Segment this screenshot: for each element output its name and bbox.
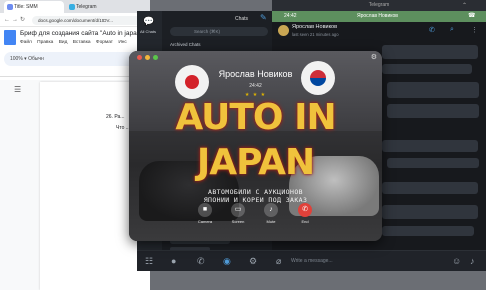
attach-icon[interactable]: ⌀ bbox=[276, 255, 281, 267]
message-bubble[interactable] bbox=[387, 158, 479, 168]
window-title: Telegram bbox=[272, 0, 486, 11]
browser-toolbar: ← → ↻ docs.google.com/document/d/1tDV... bbox=[0, 13, 150, 27]
search-input[interactable]: Search (⌘K) bbox=[170, 27, 268, 36]
menu-tools[interactable]: Инс bbox=[118, 40, 127, 45]
message-bubble[interactable] bbox=[382, 140, 478, 152]
menu-view[interactable]: Вид bbox=[59, 40, 68, 45]
menu-edit[interactable]: Правка bbox=[37, 40, 53, 45]
headline-line-1: AUTO IN bbox=[175, 97, 336, 138]
message-input[interactable]: Write a message... bbox=[291, 256, 333, 266]
chats-icon[interactable]: ◉ bbox=[223, 255, 231, 267]
call-bar-time: 24:42 bbox=[284, 13, 297, 19]
contact-name[interactable]: Ярослав Новиков bbox=[292, 24, 337, 30]
search-icon[interactable]: ⌕ bbox=[450, 26, 454, 34]
microphone-icon[interactable]: ♪ bbox=[470, 255, 475, 267]
menu-insert[interactable]: Вставка bbox=[73, 40, 91, 45]
compose-icon[interactable]: ✎ bbox=[260, 13, 267, 22]
message-bubble[interactable] bbox=[382, 205, 478, 219]
contacts-icon[interactable]: ● bbox=[171, 255, 176, 267]
zoom-select[interactable]: 100% ▾ Обычн bbox=[10, 56, 44, 62]
chats-title: Chats bbox=[235, 16, 249, 22]
message-bubble[interactable] bbox=[382, 182, 478, 194]
call-window[interactable]: ⚙ Ярослав Новиков 24:42 ★ ★ ★ AUTO IN JA… bbox=[129, 51, 382, 241]
message-bubble[interactable] bbox=[387, 104, 479, 118]
reload-icon[interactable]: ↻ bbox=[20, 16, 25, 24]
forward-arrow-icon[interactable]: → bbox=[12, 16, 18, 24]
more-icon[interactable]: ⋮ bbox=[471, 26, 478, 34]
hang-up-icon[interactable]: ☎ bbox=[468, 11, 475, 22]
message-bubble[interactable] bbox=[382, 45, 478, 59]
outline-icon[interactable]: ☰ bbox=[14, 85, 21, 94]
headline-line-2: JAPAN bbox=[196, 142, 315, 183]
minimize-icon[interactable] bbox=[145, 55, 150, 60]
google-docs-icon[interactable] bbox=[4, 30, 16, 45]
subtitle-line-2: ЯПОНИИ И КОРЕИ ПОД ЗАКАЗ bbox=[203, 196, 308, 204]
browser-window: Title: SMM Telegram ← → ↻ docs.google.co… bbox=[0, 0, 150, 290]
chat-bubble-icon[interactable]: 💬 bbox=[143, 16, 154, 27]
archived-chats[interactable]: Archived Chats bbox=[170, 42, 201, 47]
filter-icon[interactable]: ☷ bbox=[145, 255, 153, 267]
call-icon[interactable]: ✆ bbox=[429, 26, 435, 34]
docs-tab-icon bbox=[7, 4, 13, 10]
emoji-icon[interactable]: ☺ bbox=[452, 255, 461, 267]
ruler bbox=[0, 70, 150, 77]
close-icon[interactable] bbox=[137, 55, 142, 60]
calls-icon[interactable]: ✆ bbox=[197, 255, 205, 267]
browser-tab[interactable]: Telegram bbox=[66, 1, 126, 13]
folder-all-chats[interactable]: All Chats bbox=[140, 29, 156, 34]
gear-icon[interactable]: ⚙ bbox=[371, 53, 377, 61]
screen-share-icon: ▭ bbox=[231, 203, 245, 217]
camera-icon: ■ bbox=[198, 203, 212, 217]
message-bubble[interactable] bbox=[382, 226, 474, 236]
browser-tab-bar: Title: SMM Telegram bbox=[0, 0, 150, 13]
message-bubble[interactable] bbox=[382, 64, 472, 74]
message-bubble[interactable] bbox=[387, 82, 479, 98]
telegram-tab-icon bbox=[69, 4, 75, 10]
back-arrow-icon[interactable]: ← bbox=[4, 16, 10, 24]
call-duration: 24:42 bbox=[249, 83, 262, 89]
browser-tab-label: Telegram bbox=[76, 4, 97, 10]
end-call-button[interactable]: ✆ End bbox=[293, 203, 317, 224]
camera-label: Camera bbox=[197, 219, 213, 224]
document-line: 26. Ра... bbox=[106, 114, 125, 120]
camera-button[interactable]: ■ Camera bbox=[193, 203, 217, 224]
address-bar[interactable]: docs.google.com/document/d/1tDV... bbox=[32, 16, 150, 25]
microphone-icon: ♪ bbox=[264, 203, 278, 217]
screen-share-button[interactable]: ▭ Screen bbox=[226, 203, 250, 224]
contact-status: last seen 21 minutes ago bbox=[292, 32, 339, 37]
caller-name: Ярослав Новиков bbox=[218, 69, 293, 79]
window-control-icon[interactable]: ⌃ bbox=[462, 2, 467, 9]
screen-share-label: Screen bbox=[231, 219, 245, 224]
browser-tab-active[interactable]: Title: SMM bbox=[4, 1, 64, 13]
end-call-label: End bbox=[301, 219, 309, 224]
settings-icon[interactable]: ⚙ bbox=[249, 255, 257, 267]
mute-label: Mute bbox=[266, 219, 276, 224]
end-call-icon: ✆ bbox=[298, 203, 312, 217]
docs-menu-bar: Файл Правка Вид Вставка Формат Инс bbox=[20, 40, 131, 45]
menu-format[interactable]: Формат bbox=[96, 40, 113, 45]
maximize-icon[interactable] bbox=[153, 55, 158, 60]
avatar[interactable] bbox=[278, 25, 289, 36]
document-title[interactable]: Бриф для создания сайта "Auto in japan" bbox=[20, 30, 143, 37]
call-bar-name: Ярослав Новиков bbox=[357, 13, 398, 19]
subtitle-line-1: АВТОМОБИЛИ С АУКЦИОНОВ bbox=[208, 188, 303, 196]
active-call-bar[interactable]: 24:42 Ярослав Новиков ☎ bbox=[272, 11, 486, 22]
browser-tab-label: Title: SMM bbox=[14, 4, 38, 10]
menu-file[interactable]: Файл bbox=[20, 40, 32, 45]
document-line: Что ... bbox=[116, 125, 130, 131]
mute-button[interactable]: ♪ Mute bbox=[259, 203, 283, 224]
telegram-bottom-bar: ☷ ● ✆ ◉ ⚙ ⌀ Write a message... ☺ ♪ bbox=[137, 250, 486, 271]
